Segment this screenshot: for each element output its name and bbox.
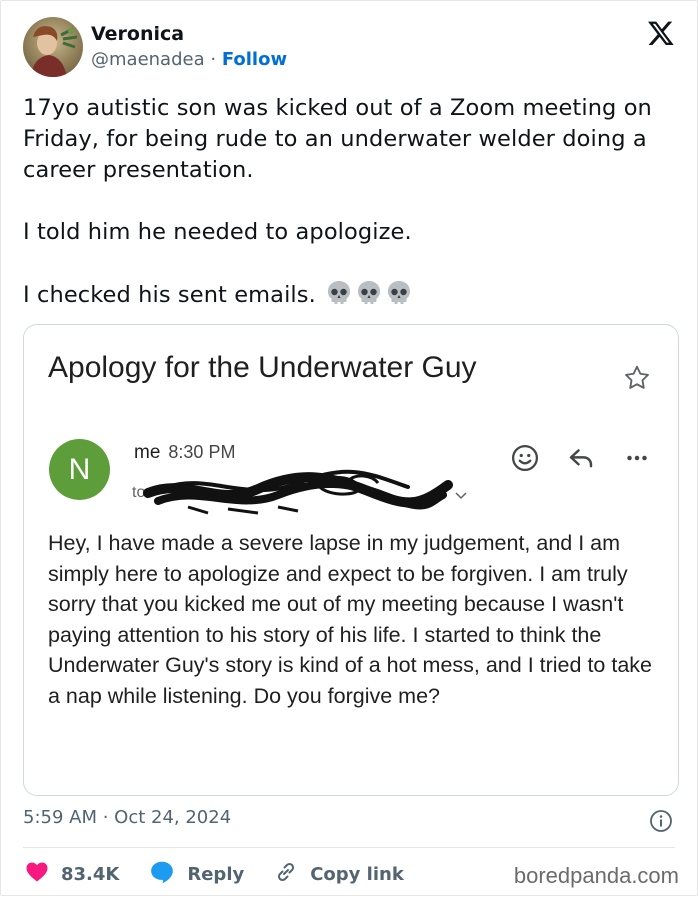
email-time: 8:30 PM [168, 442, 236, 462]
sender-line: me 8:30 PM [134, 442, 235, 464]
follow-button[interactable]: Follow [222, 49, 287, 70]
tweet-paragraph-3: I checked his sent emails. [23, 279, 673, 316]
watermark: boredpanda.com [513, 863, 679, 888]
heart-icon [25, 860, 49, 889]
email-subject: Apology for the Underwater Guy [48, 351, 477, 384]
tweet-paragraph-1: 17yo autistic son was kicked out of a Zo… [23, 95, 652, 183]
more-options-icon[interactable] [622, 443, 652, 473]
tweet-text: 17yo autistic son was kicked out of a Zo… [23, 93, 673, 316]
sender-avatar: N [49, 439, 110, 500]
star-icon [622, 363, 652, 397]
link-icon [274, 860, 298, 889]
sender-name: me [134, 442, 161, 463]
email-actions [510, 443, 652, 473]
email-screenshot[interactable]: Apology for the Underwater Guy N me 8:30 … [23, 324, 679, 796]
reply-button[interactable]: Reply [149, 859, 244, 890]
reply-arrow-icon[interactable] [566, 443, 596, 473]
info-icon[interactable] [649, 809, 673, 837]
recipient-scribble: to [128, 467, 468, 517]
author-handle[interactable]: @maenadea [91, 49, 205, 70]
tweet-timestamp[interactable]: 5:59 AM · Oct 24, 2024 [23, 807, 231, 828]
x-logo-icon[interactable] [647, 19, 675, 47]
skull-icon [355, 279, 383, 316]
reply-bubble-icon [149, 859, 175, 890]
tweet-card: Veronica @maenadea · Follow 17yo autisti… [0, 0, 698, 896]
email-body: Hey, I have made a severe lapse in my ju… [48, 531, 652, 708]
tweet-paragraph-2: I told him he needed to apologize. [23, 219, 412, 245]
skull-icon [385, 279, 413, 316]
author-meta: @maenadea · Follow [91, 49, 287, 70]
copy-link-button[interactable]: Copy link [274, 860, 404, 889]
footer-divider [23, 847, 675, 848]
like-button[interactable]: 83.4K [25, 860, 119, 889]
author-avatar[interactable] [23, 17, 83, 77]
emoji-react-icon[interactable] [510, 443, 540, 473]
skull-icon [325, 279, 353, 316]
separator-dot: · [210, 49, 217, 70]
action-bar: 83.4K Reply Copy link [25, 859, 434, 890]
like-count: 83.4K [61, 864, 120, 885]
reply-label: Reply [187, 864, 245, 885]
copy-link-label: Copy link [310, 864, 404, 885]
author-name[interactable]: Veronica [91, 23, 184, 45]
